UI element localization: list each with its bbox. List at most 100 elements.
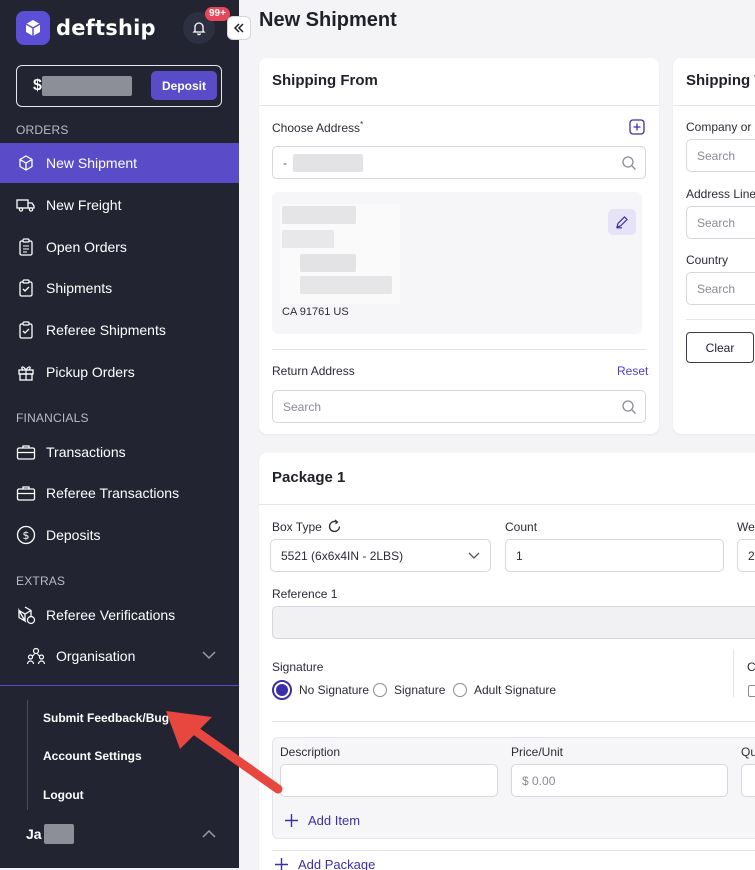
clipboard-check-icon (16, 320, 36, 340)
quantity-input[interactable] (741, 764, 755, 797)
pencil-icon (616, 216, 628, 229)
radio-dot (453, 683, 467, 697)
logout-link[interactable]: Logout (43, 788, 84, 802)
radio-adult-signature[interactable]: Adult Signature (453, 683, 556, 697)
add-address-icon[interactable] (629, 119, 645, 135)
sidebar-item-shipments[interactable]: Shipments (0, 268, 239, 308)
shipping-from-title: Shipping From (272, 72, 378, 89)
page-title: New Shipment (259, 9, 397, 31)
sidebar-item-pickup-orders[interactable]: Pickup Orders (0, 352, 239, 392)
card-divider (272, 349, 646, 350)
country-label: Country (686, 253, 729, 267)
package-title: Package 1 (272, 469, 346, 486)
items-box: Description Price/Unit $ 0.00 Qu Add Ite… (272, 737, 755, 839)
card-divider (259, 504, 755, 505)
reference-label: Reference 1 (272, 587, 338, 601)
chevron-down-icon (468, 552, 480, 559)
briefcase-icon (16, 483, 36, 503)
card-divider (272, 850, 755, 851)
return-address-label: Return Address (272, 364, 355, 378)
side-checkbox[interactable] (748, 685, 755, 697)
box-type-select[interactable]: 5521 (6x6x4IN - 2LBS) (270, 539, 491, 572)
sidebar-item-new-freight[interactable]: New Freight (0, 185, 239, 225)
description-label: Description (280, 745, 341, 759)
sidebar-item-label: Open Orders (46, 239, 127, 255)
sidebar-item-label: Shipments (46, 280, 113, 296)
price-label: Price/Unit (511, 745, 564, 759)
sidebar-item-label: Referee Shipments (46, 322, 166, 338)
plus-icon (275, 858, 288, 870)
briefcase-icon (16, 442, 36, 462)
svg-text:$: $ (23, 529, 30, 542)
country-search[interactable]: Search (686, 272, 755, 305)
selected-address-box: CA 91761 US (272, 192, 642, 334)
sidebar-item-referee-verifications[interactable]: Referee Verifications (0, 595, 239, 635)
radio-signature[interactable]: Signature (373, 683, 445, 697)
refresh-icon[interactable] (327, 519, 342, 534)
sidebar-item-label: New Freight (46, 197, 122, 213)
box-type-label: Box Type (272, 520, 322, 534)
users-icon (26, 646, 46, 666)
chevron-down-icon (202, 651, 216, 660)
sidebar-item-referee-transactions[interactable]: Referee Transactions (0, 473, 239, 513)
submit-feedback-link[interactable]: Submit Feedback/Bug (43, 711, 169, 725)
cube-icon (16, 153, 36, 173)
address-line: CA 91761 US (282, 306, 349, 318)
collapse-sidebar-button[interactable] (227, 16, 251, 40)
sidebar-item-deposits[interactable]: $ Deposits (0, 515, 239, 555)
user-menu[interactable]: Ja (26, 824, 74, 844)
redacted-address (280, 204, 400, 304)
return-address-search[interactable]: Search (272, 390, 646, 423)
edit-address-button[interactable] (608, 209, 636, 235)
clipboard-check-icon (16, 278, 36, 298)
quantity-label: Qu (741, 745, 755, 759)
clear-button[interactable]: Clear (686, 332, 754, 363)
weight-input[interactable]: 2 (737, 539, 755, 572)
reference-input[interactable] (272, 606, 755, 639)
logo[interactable]: deftship (16, 11, 156, 45)
company-label: Company or (686, 120, 752, 134)
chevron-up-icon[interactable] (202, 829, 216, 839)
sidebar-item-label: Organisation (56, 648, 136, 664)
dollar-circle-icon: $ (16, 525, 36, 545)
add-package-button[interactable]: Add Package (274, 857, 375, 870)
deposit-button[interactable]: Deposit (151, 71, 217, 100)
vertical-divider (733, 649, 734, 697)
company-search[interactable]: Search (686, 139, 755, 172)
logo-cube-icon (16, 11, 50, 45)
truck-icon (16, 195, 36, 215)
double-chevron-left-icon (233, 23, 244, 33)
bell-icon (192, 22, 206, 36)
logo-text: deftship (56, 16, 156, 40)
sidebar-item-transactions[interactable]: Transactions (0, 432, 239, 472)
shipping-from-card: Shipping From Choose Address* - CA 91761… (259, 58, 659, 434)
sidebar-divider (0, 685, 239, 686)
account-settings-link[interactable]: Account Settings (43, 749, 142, 763)
choose-address-input[interactable]: - (272, 146, 646, 179)
search-icon (622, 400, 636, 414)
radio-no-signature[interactable]: No Signature (272, 680, 369, 700)
sidebar-item-open-orders[interactable]: Open Orders (0, 227, 239, 267)
radio-dot (373, 683, 387, 697)
user-name: Ja (26, 826, 42, 842)
count-input[interactable]: 1 (505, 539, 724, 572)
sidebar-item-label: Referee Verifications (46, 607, 176, 623)
description-input[interactable] (280, 764, 498, 797)
sidebar-item-referee-shipments[interactable]: Referee Shipments (0, 310, 239, 350)
card-divider (272, 721, 755, 722)
clipboard-icon (16, 237, 36, 257)
add-item-button[interactable]: Add Item (284, 813, 360, 828)
card-divider (686, 319, 755, 320)
price-input[interactable]: $ 0.00 (511, 764, 728, 797)
reset-link[interactable]: Reset (617, 364, 648, 378)
address-line-search[interactable]: Search (686, 206, 755, 239)
signature-label: Signature (272, 660, 324, 674)
notifications-badge: 99+ (205, 7, 230, 21)
search-icon (622, 156, 636, 170)
annotation-arrow (166, 711, 283, 794)
sidebar-item-organisation[interactable]: Organisation (0, 636, 239, 676)
side-option-label: C (747, 660, 755, 674)
sidebar-item-label: New Shipment (46, 155, 138, 171)
section-extras: EXTRAS (16, 574, 66, 588)
sidebar-item-new-shipment[interactable]: New Shipment (0, 143, 239, 183)
